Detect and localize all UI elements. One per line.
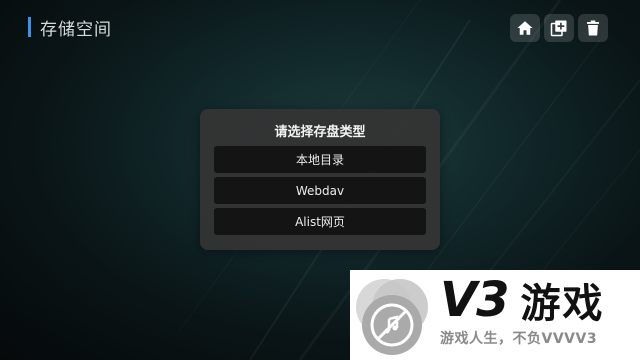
watermark-game-text: 游戏 xyxy=(520,281,605,327)
watermark-brand: V3 游戏 xyxy=(440,272,605,328)
option-local-directory[interactable]: 本地目录 xyxy=(214,146,426,173)
add-button[interactable] xyxy=(544,14,574,42)
dialog-title: 请选择存盘类型 xyxy=(274,125,366,140)
page-header: 存储空间 xyxy=(28,14,112,40)
watermark: V3 游戏 游戏人生，不负VVVV3 xyxy=(350,270,640,360)
watermark-v3-text: V3 xyxy=(440,272,510,328)
watermark-slogan: 游戏人生，不负VVVV3 xyxy=(440,331,598,347)
option-webdav[interactable]: Webdav xyxy=(214,177,426,204)
screen: 存储空间 请选择存盘类型 本地目录 Webdav Alist网页 V3 游戏 游… xyxy=(0,0,640,360)
option-alist-web[interactable]: Alist网页 xyxy=(214,208,426,235)
home-icon xyxy=(517,21,533,35)
home-button[interactable] xyxy=(510,14,540,42)
watermark-logo xyxy=(352,275,438,357)
toolbar xyxy=(510,14,608,42)
storage-type-dialog: 请选择存盘类型 本地目录 Webdav Alist网页 xyxy=(200,109,440,250)
page-title: 存储空间 xyxy=(40,19,112,40)
trash-icon xyxy=(587,20,599,36)
add-icon xyxy=(550,20,567,37)
title-accent-bar xyxy=(28,17,31,37)
delete-button[interactable] xyxy=(578,14,608,42)
